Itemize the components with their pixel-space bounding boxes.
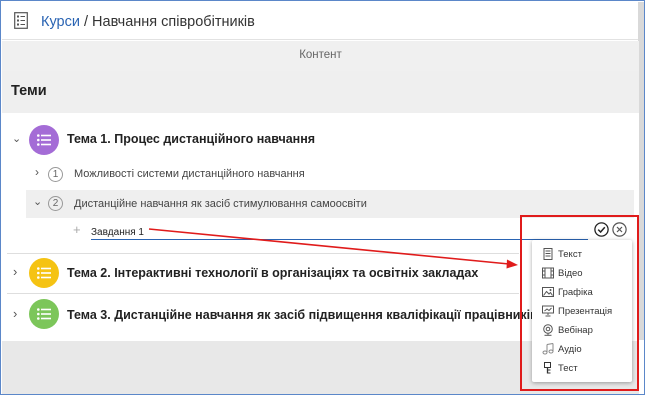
- topic-1-title[interactable]: Тема 1. Процес дистанційного навчання: [67, 132, 315, 146]
- subtopic-2-number: 2: [48, 196, 63, 211]
- plus-icon[interactable]: +: [73, 222, 81, 237]
- list-icon: [37, 134, 51, 146]
- topic-2-title[interactable]: Тема 2. Інтерактивні технології в органі…: [67, 266, 478, 280]
- list-icon: [37, 267, 51, 279]
- divider: [7, 253, 519, 254]
- topics-header: Теми: [2, 71, 639, 113]
- topic-2-badge: [29, 258, 59, 288]
- subtopic-1-number: 1: [48, 167, 63, 182]
- divider: [7, 293, 519, 294]
- chevron-down-icon[interactable]: ⌄: [12, 132, 21, 145]
- topics-heading: Теми: [11, 83, 47, 99]
- chevron-down-icon[interactable]: ⌄: [33, 195, 42, 208]
- chevron-right-icon[interactable]: ›: [13, 264, 17, 279]
- subtopic-1-title[interactable]: Можливості системи дистанційного навчанн…: [74, 168, 305, 180]
- topic-1-badge: [29, 125, 59, 155]
- chevron-right-icon[interactable]: ›: [35, 165, 39, 179]
- breadcrumb: Курси / Навчання співробітників: [41, 14, 255, 30]
- app-window: Курси / Навчання співробітників Контент …: [0, 0, 645, 395]
- topic-3-title[interactable]: Тема 3. Дистанційне навчання як засіб пі…: [67, 308, 538, 322]
- annotation-highlight-box: [520, 215, 639, 391]
- chevron-right-icon[interactable]: ›: [13, 306, 17, 321]
- header-bar: Курси / Навчання співробітників: [2, 2, 639, 40]
- list-icon: [37, 308, 51, 320]
- breadcrumb-separator: /: [79, 14, 93, 30]
- subtopic-2-title[interactable]: Дистанційне навчання як засіб стимулюван…: [74, 198, 367, 210]
- topic-3-badge: [29, 299, 59, 329]
- breadcrumb-courses-link[interactable]: Курси: [41, 14, 80, 30]
- document-list-icon: [14, 12, 28, 29]
- task-name-input[interactable]: [91, 225, 588, 240]
- content-tab[interactable]: Контент: [2, 41, 639, 73]
- breadcrumb-current: Навчання співробітників: [92, 14, 255, 30]
